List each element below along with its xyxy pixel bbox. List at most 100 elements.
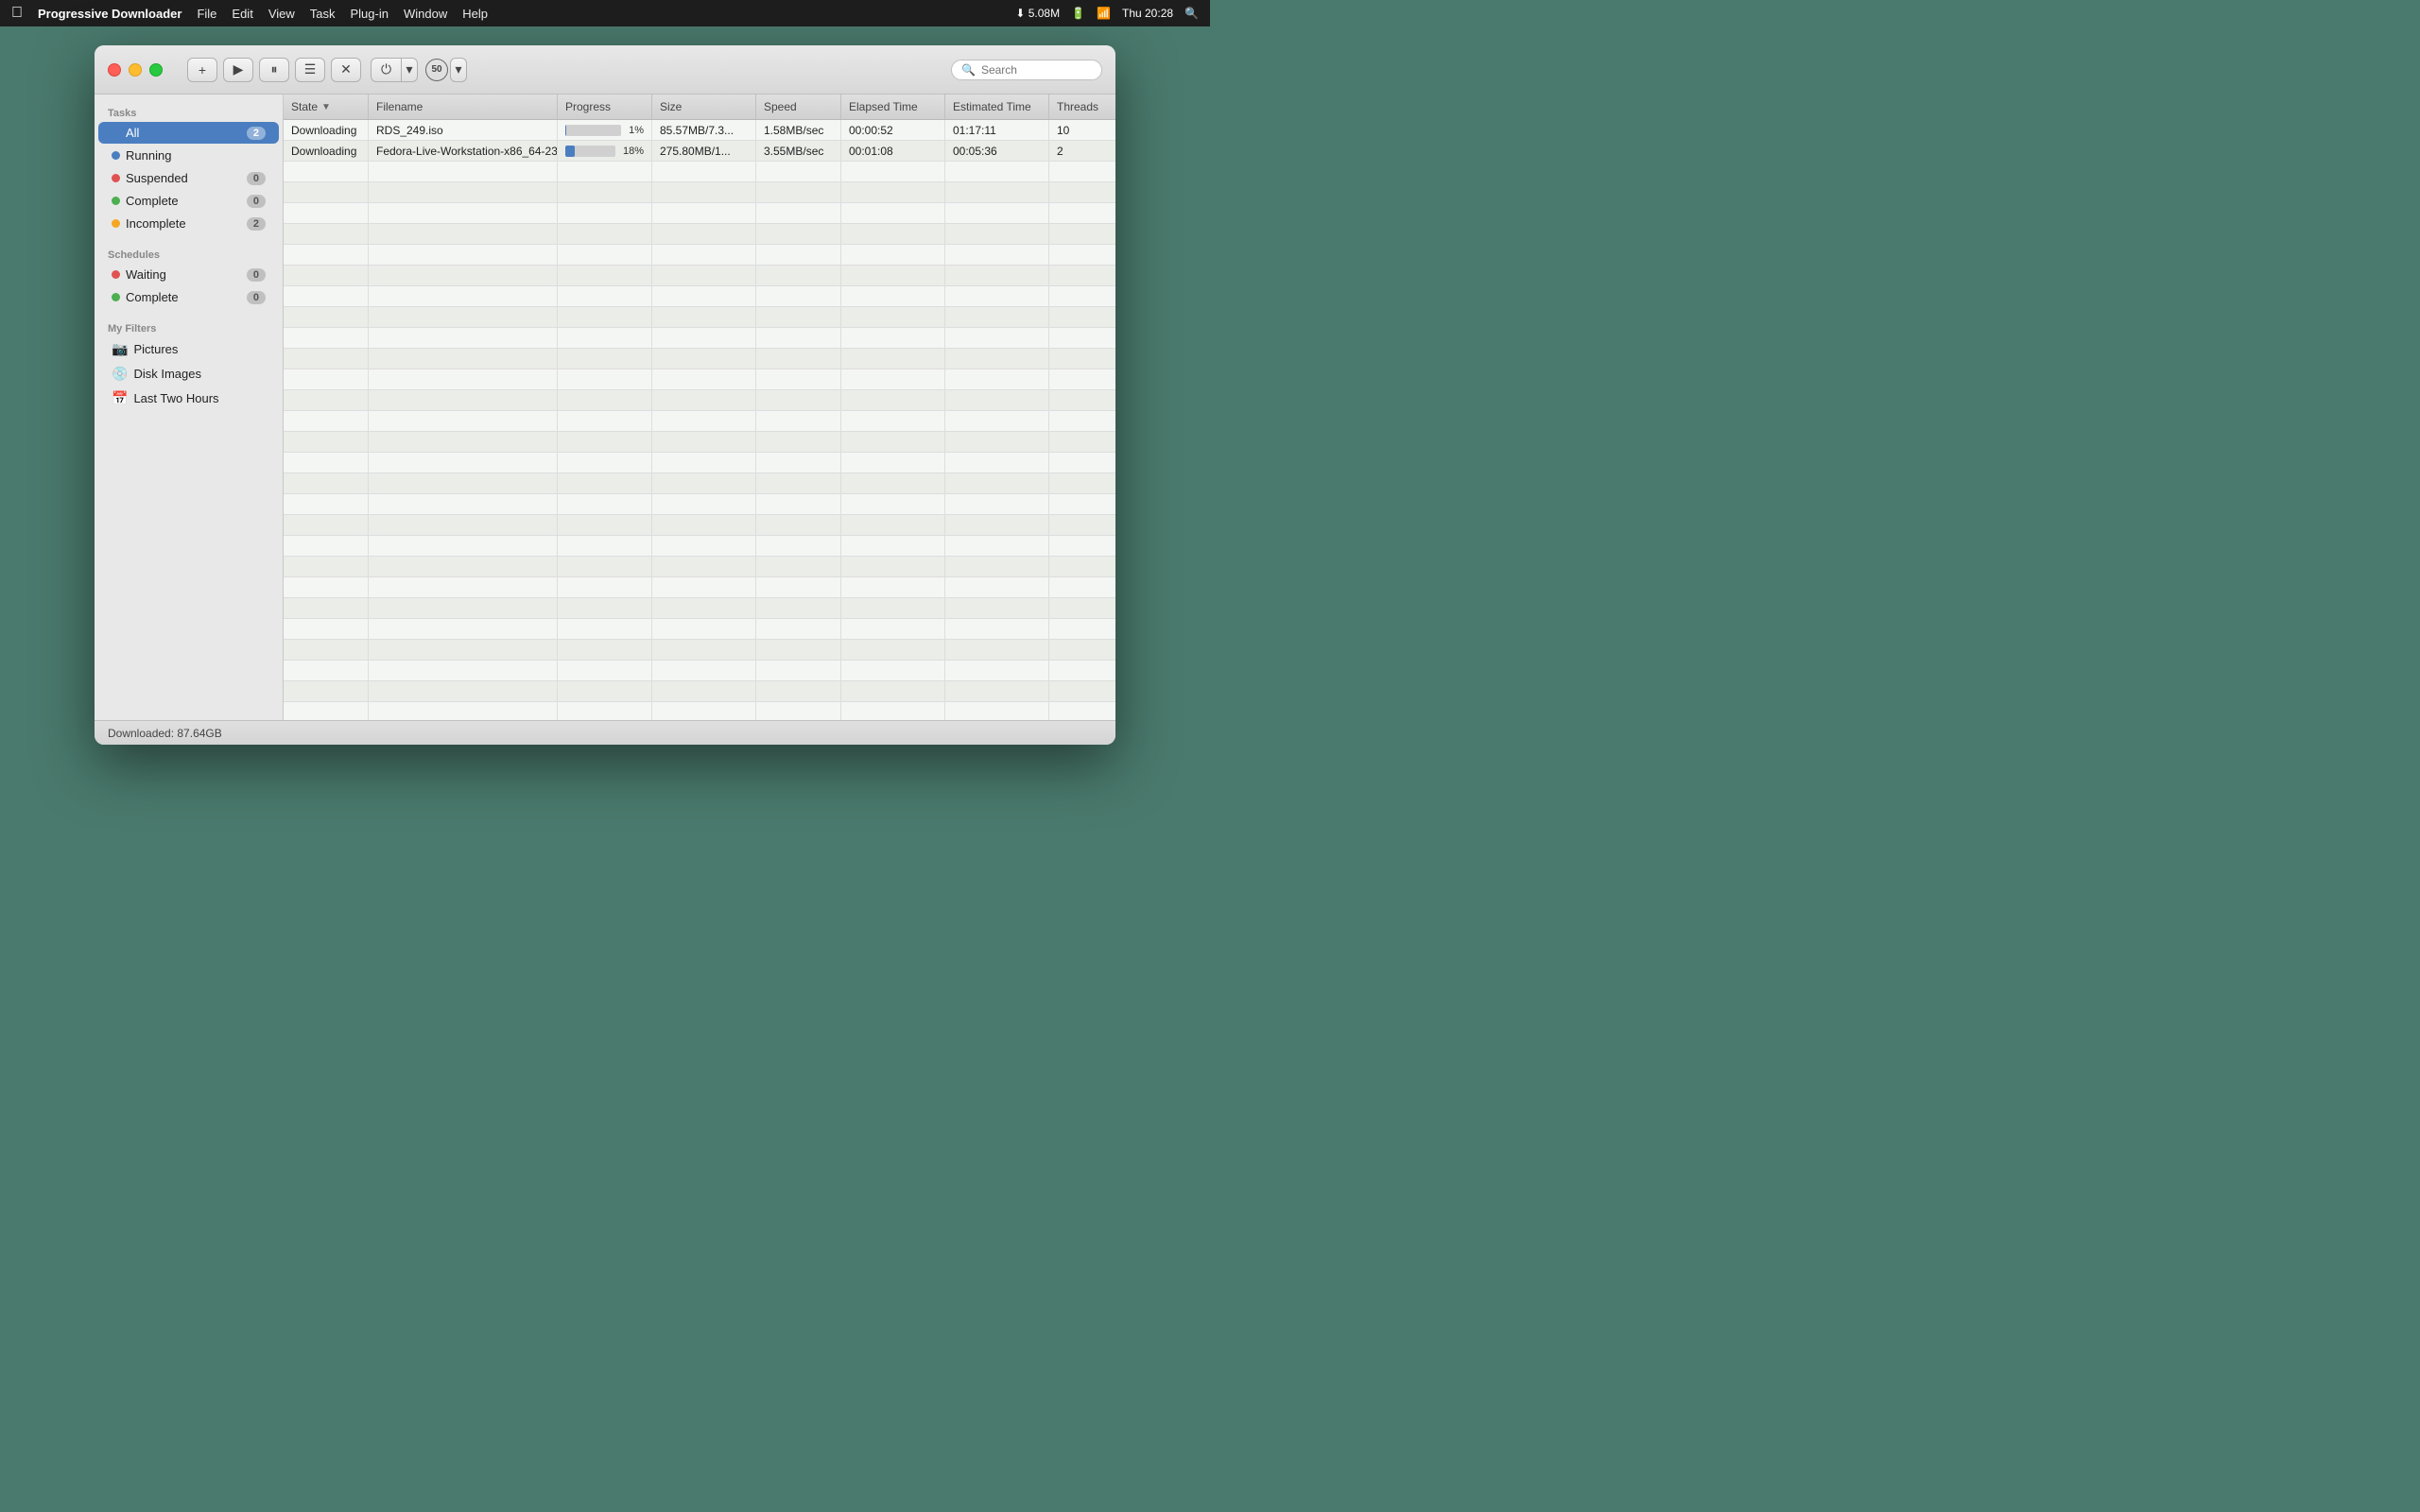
empty-cell <box>652 515 756 535</box>
empty-cell <box>558 162 652 181</box>
close-button[interactable] <box>108 63 121 77</box>
empty-cell <box>284 515 369 535</box>
play-button[interactable]: ▶ <box>223 58 253 82</box>
empty-cell <box>1049 307 1115 327</box>
col-elapsed[interactable]: Elapsed Time <box>841 94 945 119</box>
speed-badge[interactable]: 50 <box>425 59 448 81</box>
empty-cell <box>284 432 369 452</box>
cell-size-1: 275.80MB/1... <box>652 141 756 161</box>
col-speed[interactable]: Speed <box>756 94 841 119</box>
empty-cell <box>652 577 756 597</box>
empty-cell <box>369 536 558 556</box>
sidebar-item-running[interactable]: Running <box>98 145 279 166</box>
power-button[interactable]: ⏻ <box>371 58 401 82</box>
search-icon: 🔍 <box>961 63 976 77</box>
col-size[interactable]: Size <box>652 94 756 119</box>
add-button[interactable]: + <box>187 58 217 82</box>
badge-incomplete: 2 <box>247 217 266 231</box>
sidebar-item-complete[interactable]: Complete 0 <box>98 190 279 212</box>
empty-cell <box>841 577 945 597</box>
col-state[interactable]: State ▼ <box>284 94 369 119</box>
empty-cell <box>756 162 841 181</box>
menu-file[interactable]: File <box>197 7 216 21</box>
menu-help[interactable]: Help <box>462 7 488 21</box>
empty-cell <box>841 494 945 514</box>
table-row-empty <box>284 640 1115 661</box>
sidebar-item-suspended[interactable]: Suspended 0 <box>98 167 279 189</box>
sidebar-label-last-two-hours: Last Two Hours <box>133 391 218 405</box>
table-row-empty <box>284 349 1115 369</box>
list-button[interactable]: ☰ <box>295 58 325 82</box>
search-box[interactable]: 🔍 <box>951 60 1102 80</box>
sidebar-item-disk-images[interactable]: 💿 Disk Images <box>98 362 279 386</box>
empty-cell <box>652 182 756 202</box>
empty-cell <box>558 411 652 431</box>
search-menubar-icon[interactable]: 🔍 <box>1184 7 1199 20</box>
speed-dropdown[interactable]: ▾ <box>450 58 467 82</box>
empty-cell <box>841 369 945 389</box>
empty-cell <box>284 369 369 389</box>
menu-plugin[interactable]: Plug-in <box>351 7 389 21</box>
sidebar-item-last-two-hours[interactable]: 📅 Last Two Hours <box>98 387 279 410</box>
table-row-empty <box>284 681 1115 702</box>
minimize-button[interactable] <box>129 63 142 77</box>
empty-cell <box>652 619 756 639</box>
titlebar: + ▶ ⏸ ☰ ✕ ⏻ ▾ 50 ▾ 🔍 <box>95 45 1115 94</box>
empty-cell <box>369 349 558 369</box>
col-estimated[interactable]: Estimated Time <box>945 94 1049 119</box>
empty-cell <box>558 245 652 265</box>
sidebar-label-all: All <box>126 126 139 140</box>
apple-menu[interactable]:  <box>11 5 23 22</box>
empty-cell <box>652 494 756 514</box>
empty-cell <box>945 224 1049 244</box>
empty-cell <box>284 557 369 576</box>
cell-progress-1: 18% <box>558 141 652 161</box>
table-row[interactable]: Downloading Fedora-Live-Workstation-x86_… <box>284 141 1115 162</box>
menu-window[interactable]: Window <box>404 7 447 21</box>
sidebar-item-all[interactable]: All 2 <box>98 122 279 144</box>
power-dropdown[interactable]: ▾ <box>401 58 418 82</box>
pause-button[interactable]: ⏸ <box>259 58 289 82</box>
empty-cell <box>284 661 369 680</box>
fullscreen-button[interactable] <box>149 63 163 77</box>
empty-cell <box>284 681 369 701</box>
menu-view[interactable]: View <box>268 7 295 21</box>
empty-cell <box>756 328 841 348</box>
sidebar-item-incomplete[interactable]: Incomplete 2 <box>98 213 279 234</box>
empty-cell <box>369 224 558 244</box>
dot-suspended <box>112 174 120 182</box>
sidebar-item-waiting[interactable]: Waiting 0 <box>98 264 279 285</box>
empty-cell <box>369 390 558 410</box>
empty-cell <box>945 432 1049 452</box>
sidebar-item-sched-complete[interactable]: Complete 0 <box>98 286 279 308</box>
empty-cell <box>652 203 756 223</box>
close-dl-button[interactable]: ✕ <box>331 58 361 82</box>
empty-cell <box>841 619 945 639</box>
empty-cell <box>652 681 756 701</box>
empty-cell <box>841 349 945 369</box>
empty-cell <box>652 557 756 576</box>
sidebar-item-pictures[interactable]: 📷 Pictures <box>98 337 279 361</box>
schedules-section-label: Schedules <box>95 244 283 263</box>
empty-cell <box>284 577 369 597</box>
col-threads[interactable]: Threads <box>1049 94 1115 119</box>
empty-cell <box>1049 328 1115 348</box>
col-progress[interactable]: Progress <box>558 94 652 119</box>
table-row-empty <box>284 598 1115 619</box>
search-input[interactable] <box>981 63 1092 77</box>
statusbar: Downloaded: 87.64GB <box>95 720 1115 745</box>
menu-task[interactable]: Task <box>310 7 336 21</box>
sidebar-label-sched-complete: Complete <box>126 290 179 304</box>
menubar-right: ⬇ 5.08M 🔋 📶 Thu 20:28 🔍 <box>1015 7 1199 20</box>
main-content: Tasks All 2 Running Suspended 0 Complet <box>95 94 1115 720</box>
empty-cell <box>1049 411 1115 431</box>
table-row-empty <box>284 515 1115 536</box>
table-row[interactable]: Downloading RDS_249.iso 1% 85.57MB/7.3..… <box>284 120 1115 141</box>
empty-cell <box>1049 286 1115 306</box>
table-row-empty <box>284 182 1115 203</box>
col-filename[interactable]: Filename <box>369 94 558 119</box>
empty-cell <box>652 432 756 452</box>
empty-cell <box>369 494 558 514</box>
menu-edit[interactable]: Edit <box>232 7 252 21</box>
table-row-empty <box>284 619 1115 640</box>
